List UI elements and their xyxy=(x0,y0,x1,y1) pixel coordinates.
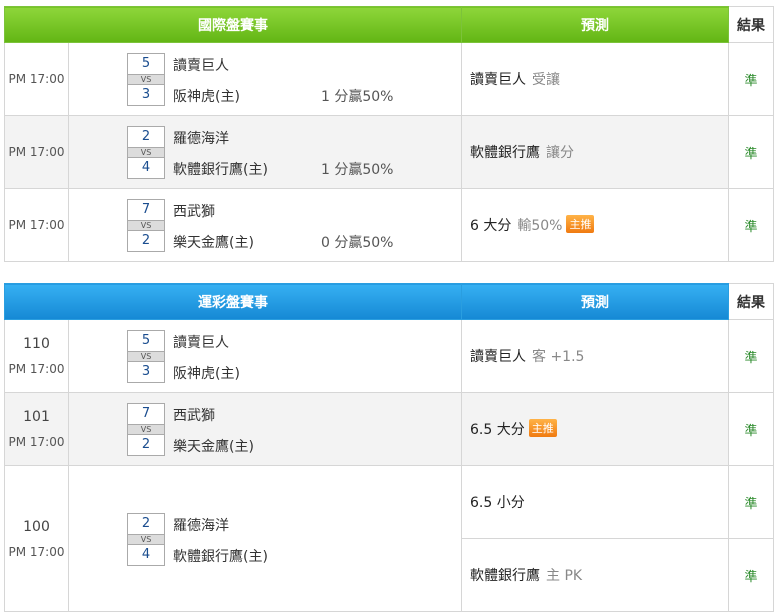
prediction-pick: 軟體銀行鷹 xyxy=(470,145,540,161)
game-row[interactable]: 100 PM 17:00 2 VS 4 羅德海洋 軟體銀行鷹(主) 6.5 小分 … xyxy=(4,465,774,612)
prediction: 軟體銀行鷹主 PK xyxy=(461,538,729,612)
game-time: PM 17:00 xyxy=(8,544,65,559)
prediction: 6 大分 輸50% 主推 xyxy=(461,188,729,262)
prediction-pick: 軟體銀行鷹 xyxy=(470,568,540,584)
away-team[interactable]: 西武獅 xyxy=(173,201,215,221)
result-value: 準 xyxy=(728,188,774,262)
sports-lottery-games-table: 運彩盤賽事 預測 結果 110 PM 17:00 5 VS 3 讀賣巨人 阪神虎(… xyxy=(4,283,774,612)
prediction: 讀賣巨人客 +1.5 xyxy=(461,319,729,393)
away-team[interactable]: 讀賣巨人 xyxy=(173,332,229,352)
score-box: 2 VS 4 xyxy=(127,126,165,179)
handicap-odds: 0 分贏50% xyxy=(321,235,394,251)
result-header: 結果 xyxy=(728,283,774,320)
prediction-detail: 客 +1.5 xyxy=(532,349,585,365)
game-code: 100 xyxy=(23,518,50,535)
vs-label: VS xyxy=(127,534,165,544)
matchup: 5 VS 3 讀賣巨人 阪神虎(主) xyxy=(69,320,461,392)
score-box: 5 VS 3 xyxy=(127,53,165,106)
away-team[interactable]: 讀賣巨人 xyxy=(173,55,229,75)
game-row[interactable]: PM 17:00 7 VS 2 西武獅 樂天金鷹(主) 0 分贏50% 6 大分… xyxy=(4,188,774,262)
prediction-pick: 6.5 大分 xyxy=(470,422,525,438)
handicap-odds: 1 分贏50% xyxy=(321,162,394,178)
game-time: PM 17:00 xyxy=(4,115,69,189)
vs-label: VS xyxy=(127,221,165,230)
away-score: 2 xyxy=(127,126,165,148)
home-team[interactable]: 樂天金鷹(主) xyxy=(173,436,254,456)
away-score: 2 xyxy=(127,512,165,535)
result-value: 準 xyxy=(728,115,774,189)
section-header-lottery: 運彩盤賽事 xyxy=(4,283,462,320)
game-row[interactable]: PM 17:00 2 VS 4 羅德海洋 軟體銀行鷹(主) 1 分贏50% 軟體… xyxy=(4,115,774,189)
away-score: 7 xyxy=(127,403,165,425)
featured-pick-badge: 主推 xyxy=(566,215,595,233)
score-box: 5 VS 3 xyxy=(127,330,165,383)
result-value: 準 xyxy=(728,465,774,539)
prediction: 軟體銀行鷹 讓分 xyxy=(461,115,729,189)
prediction-pick: 6.5 小分 xyxy=(470,495,525,511)
matchup: 7 VS 2 西武獅 樂天金鷹(主) xyxy=(69,393,461,465)
home-score: 2 xyxy=(127,434,165,456)
away-team[interactable]: 羅德海洋 xyxy=(173,128,229,148)
prediction: 6.5 小分 xyxy=(461,465,729,539)
game-time: PM 17:00 xyxy=(4,42,69,116)
matchup: 5 VS 3 讀賣巨人 阪神虎(主) 1 分贏50% xyxy=(69,43,461,115)
result-header: 結果 xyxy=(728,6,774,43)
handicap-odds: 1 分贏50% xyxy=(321,89,394,105)
game-time: PM 17:00 xyxy=(4,188,69,262)
result-value: 準 xyxy=(728,319,774,393)
home-team[interactable]: 樂天金鷹(主) xyxy=(173,232,254,252)
home-score: 3 xyxy=(127,84,165,106)
prediction-header: 預測 xyxy=(461,6,729,43)
vs-label: VS xyxy=(127,75,165,84)
home-team[interactable]: 軟體銀行鷹(主) xyxy=(173,159,268,179)
matchup: 2 VS 4 羅德海洋 軟體銀行鷹(主) 1 分贏50% xyxy=(69,116,461,188)
home-team[interactable]: 阪神虎(主) xyxy=(173,86,240,106)
result-value: 準 xyxy=(728,538,774,612)
home-score: 4 xyxy=(127,543,165,566)
score-box: 7 VS 2 xyxy=(127,199,165,252)
home-team[interactable]: 阪神虎(主) xyxy=(173,363,240,383)
vs-label: VS xyxy=(127,148,165,157)
prediction-detail: 輸50% xyxy=(517,218,563,234)
away-score: 5 xyxy=(127,53,165,75)
prediction-header: 預測 xyxy=(461,283,729,320)
home-score: 3 xyxy=(127,361,165,383)
away-team[interactable]: 羅德海洋 xyxy=(173,515,229,535)
score-box: 2 VS 4 xyxy=(127,512,165,566)
prediction-detail: 讓分 xyxy=(546,145,574,161)
matchup: 2 VS 4 羅德海洋 軟體銀行鷹(主) xyxy=(69,503,461,575)
vs-label: VS xyxy=(127,352,165,361)
game-time: PM 17:00 xyxy=(8,435,65,449)
featured-pick-badge: 主推 xyxy=(528,419,557,437)
vs-label: VS xyxy=(127,425,165,434)
game-time: PM 17:00 xyxy=(8,362,65,376)
prediction-pick: 6 大分 xyxy=(470,218,512,234)
prediction: 讀賣巨人 受讓 xyxy=(461,42,729,116)
prediction-detail: 主 PK xyxy=(546,568,583,584)
game-row[interactable]: 101 PM 17:00 7 VS 2 西武獅 樂天金鷹(主) 6.5 大分 主推 … xyxy=(4,392,774,466)
prediction-pick: 讀賣巨人 xyxy=(470,72,526,88)
matchup: 7 VS 2 西武獅 樂天金鷹(主) 0 分贏50% xyxy=(69,189,461,261)
game-row[interactable]: 110 PM 17:00 5 VS 3 讀賣巨人 阪神虎(主) 讀賣巨人客 +1.… xyxy=(4,319,774,393)
game-code: 110 xyxy=(23,336,50,352)
result-value: 準 xyxy=(728,392,774,466)
game-code: 101 xyxy=(23,409,50,425)
section-header-international: 國際盤賽事 xyxy=(4,6,462,43)
score-box: 7 VS 2 xyxy=(127,403,165,456)
game-row[interactable]: PM 17:00 5 VS 3 讀賣巨人 阪神虎(主) 1 分贏50% 讀賣巨人… xyxy=(4,42,774,116)
international-games-table: 國際盤賽事 預測 結果 PM 17:00 5 VS 3 讀賣巨人 阪神虎(主) … xyxy=(4,6,774,262)
home-team[interactable]: 軟體銀行鷹(主) xyxy=(173,546,268,566)
result-value: 準 xyxy=(728,42,774,116)
home-score: 2 xyxy=(127,230,165,252)
home-score: 4 xyxy=(127,157,165,179)
prediction-pick: 讀賣巨人 xyxy=(470,349,526,365)
prediction-detail: 受讓 xyxy=(532,72,560,88)
prediction: 6.5 大分 主推 xyxy=(461,392,729,466)
away-score: 7 xyxy=(127,199,165,221)
away-team[interactable]: 西武獅 xyxy=(173,405,215,425)
away-score: 5 xyxy=(127,330,165,352)
